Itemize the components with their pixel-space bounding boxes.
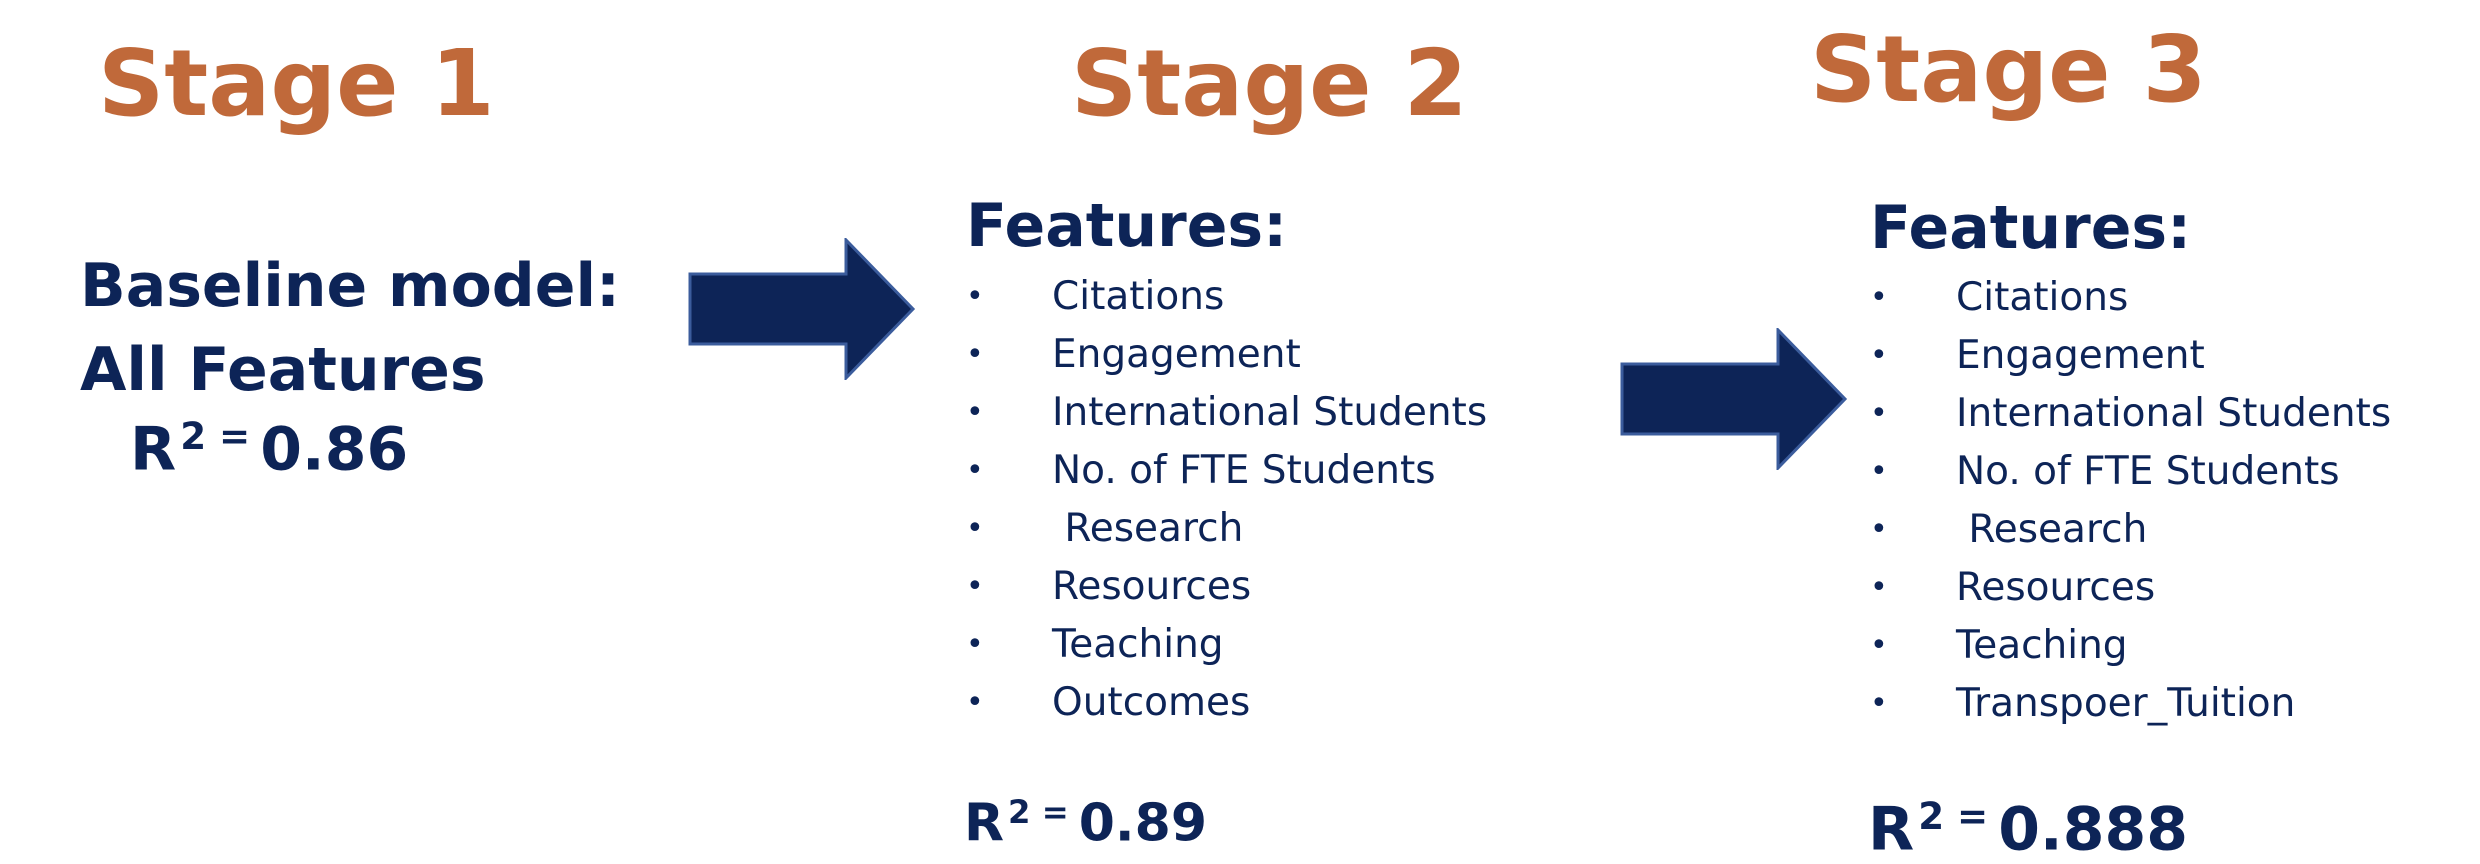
all-features-label: All Features <box>80 335 486 405</box>
r-squared-superscript: 2 = <box>180 414 251 458</box>
bullet-icon: • <box>1870 280 1888 315</box>
bullet-icon: • <box>966 569 984 604</box>
stage-1-description: Baseline model: All Features <box>80 244 620 412</box>
r-squared-value: 0.86 <box>260 414 409 485</box>
r-squared-superscript: 2 = <box>1918 794 1989 838</box>
bullet-icon: • <box>966 453 984 488</box>
r-squared-symbol: R <box>964 793 1005 854</box>
bullet-icon: • <box>1870 686 1888 721</box>
right-arrow-icon <box>1620 328 1848 470</box>
bullet-icon: • <box>966 627 984 662</box>
bullet-icon: • <box>1870 338 1888 373</box>
bullet-icon: • <box>1870 512 1888 547</box>
bullet-icon: • <box>1870 570 1888 605</box>
stage-2-r-squared: R2 = 0.89 <box>964 796 1207 850</box>
bullet-icon: • <box>966 279 984 314</box>
bullet-icon: • <box>966 337 984 372</box>
baseline-model-label: Baseline model: <box>80 251 620 321</box>
bullet-icon: • <box>1870 628 1888 663</box>
r-squared-superscript: 2 = <box>1008 793 1069 831</box>
stage-1-title: Stage 1 <box>98 30 495 137</box>
stage-1-r-squared: R2 = 0.86 <box>130 417 408 479</box>
bullet-icon: • <box>966 685 984 720</box>
bullet-icon: • <box>966 511 984 546</box>
bullet-icon: • <box>966 395 984 430</box>
r-squared-symbol: R <box>1868 794 1915 864</box>
stage-2-title: Stage 2 <box>1071 30 1468 137</box>
right-arrow-icon <box>688 238 916 380</box>
r-squared-value: 0.89 <box>1078 793 1208 854</box>
r-squared-value: 0.888 <box>1998 794 2188 864</box>
stage-3-features-heading: Features: <box>1870 193 2192 263</box>
stage-3-title: Stage 3 <box>1810 16 2207 123</box>
r-squared-symbol: R <box>130 414 177 485</box>
stage-2-features-heading: Features: <box>966 191 1288 261</box>
stage-3-r-squared: R2 = 0.888 <box>1868 797 2188 859</box>
bullet-icon: • <box>1870 454 1888 489</box>
bullet-icon: • <box>1870 396 1888 431</box>
